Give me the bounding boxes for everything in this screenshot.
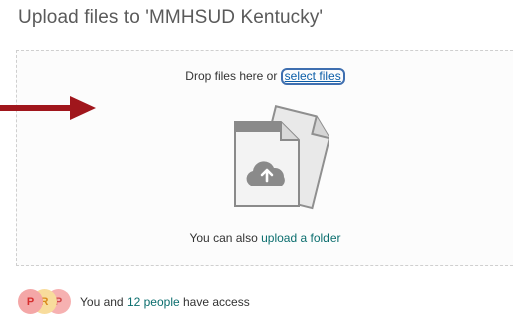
access-text: You and 12 people have access (80, 295, 250, 309)
also-prefix-text: You can also (189, 231, 262, 245)
drop-instruction: Drop files here or select files (17, 68, 513, 85)
avatar-stack[interactable]: P R P (18, 289, 80, 315)
upload-folder-instruction: You can also upload a folder (17, 231, 513, 245)
dialog-title: Upload files to 'MMHSUD Kentucky' (18, 7, 324, 28)
select-files-link[interactable]: select files (280, 68, 345, 85)
drop-prefix-text: Drop files here or (185, 69, 281, 83)
people-link[interactable]: 12 people (127, 295, 180, 309)
annotation-arrow-icon (0, 96, 96, 120)
access-summary: P R P You and 12 people have access (18, 289, 250, 315)
access-prefix: You and (80, 295, 127, 309)
avatar: P (18, 289, 43, 314)
cloud-upload-files-icon (234, 105, 329, 210)
drop-zone[interactable]: Drop files here or select files You can … (16, 50, 513, 266)
access-suffix: have access (179, 295, 250, 309)
upload-folder-link[interactable]: upload a folder (261, 231, 340, 245)
